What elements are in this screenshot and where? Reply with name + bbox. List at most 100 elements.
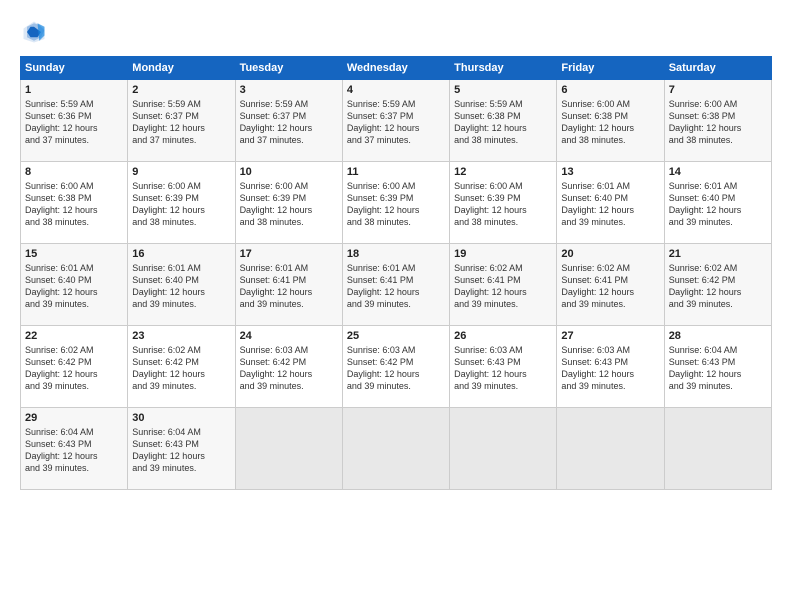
calendar-week-1: 1Sunrise: 5:59 AMSunset: 6:36 PMDaylight…: [21, 80, 772, 162]
day-number: 27: [561, 330, 659, 342]
calendar-cell: 8Sunrise: 6:00 AMSunset: 6:38 PMDaylight…: [21, 162, 128, 244]
calendar-header-saturday: Saturday: [664, 57, 771, 80]
calendar-cell: 17 Sunrise: 6:01 AMSunset: 6:41 PMDayligh…: [235, 244, 342, 326]
calendar-cell: 25 Sunrise: 6:03 AMSunset: 6:42 PMDayligh…: [342, 326, 449, 408]
calendar-cell: 3 Sunrise: 5:59 AMSunset: 6:37 PMDaylight…: [235, 80, 342, 162]
cell-info: Sunrise: 6:02 AMSunset: 6:42 PMDaylight:…: [25, 344, 123, 393]
cell-info: Sunrise: 5:59 AMSunset: 6:38 PMDaylight:…: [454, 98, 552, 147]
cell-info: Sunrise: 6:03 AMSunset: 6:42 PMDaylight:…: [240, 344, 338, 393]
calendar-cell: 27 Sunrise: 6:03 AMSunset: 6:43 PMDayligh…: [557, 326, 664, 408]
day-number: 21: [669, 248, 767, 260]
day-number: 4: [347, 84, 445, 96]
calendar-cell: 5 Sunrise: 5:59 AMSunset: 6:38 PMDaylight…: [450, 80, 557, 162]
calendar-week-2: 8Sunrise: 6:00 AMSunset: 6:38 PMDaylight…: [21, 162, 772, 244]
calendar-cell: 13 Sunrise: 6:01 AMSunset: 6:40 PMDayligh…: [557, 162, 664, 244]
calendar-header-row: SundayMondayTuesdayWednesdayThursdayFrid…: [21, 57, 772, 80]
cell-info: Sunrise: 6:01 AMSunset: 6:41 PMDaylight:…: [240, 262, 338, 311]
day-number: 13: [561, 166, 659, 178]
cell-info: Sunrise: 6:04 AMSunset: 6:43 PMDaylight:…: [669, 344, 767, 393]
day-number: 22: [25, 330, 123, 342]
cell-info: Sunrise: 6:00 AMSunset: 6:38 PMDaylight:…: [669, 98, 767, 147]
cell-info: Sunrise: 5:59 AMSunset: 6:37 PMDaylight:…: [347, 98, 445, 147]
logo-icon: [20, 18, 48, 46]
day-number: 28: [669, 330, 767, 342]
calendar-cell: 6 Sunrise: 6:00 AMSunset: 6:38 PMDaylight…: [557, 80, 664, 162]
calendar-header-wednesday: Wednesday: [342, 57, 449, 80]
calendar-header-tuesday: Tuesday: [235, 57, 342, 80]
calendar-cell: 24 Sunrise: 6:03 AMSunset: 6:42 PMDayligh…: [235, 326, 342, 408]
calendar-cell: 23Sunrise: 6:02 AMSunset: 6:42 PMDayligh…: [128, 326, 235, 408]
cell-info: Sunrise: 6:00 AMSunset: 6:39 PMDaylight:…: [132, 180, 230, 229]
day-number: 3: [240, 84, 338, 96]
cell-info: Sunrise: 6:01 AMSunset: 6:40 PMDaylight:…: [669, 180, 767, 229]
calendar-week-5: 29 Sunrise: 6:04 AMSunset: 6:43 PMDayligh…: [21, 408, 772, 490]
day-number: 12: [454, 166, 552, 178]
calendar-header-monday: Monday: [128, 57, 235, 80]
calendar-cell: 30Sunrise: 6:04 AMSunset: 6:43 PMDayligh…: [128, 408, 235, 490]
calendar-cell: 19 Sunrise: 6:02 AMSunset: 6:41 PMDayligh…: [450, 244, 557, 326]
calendar-cell: 4 Sunrise: 5:59 AMSunset: 6:37 PMDaylight…: [342, 80, 449, 162]
cell-info: Sunrise: 6:02 AMSunset: 6:41 PMDaylight:…: [454, 262, 552, 311]
day-number: 9: [132, 166, 230, 178]
header: [20, 18, 772, 46]
day-number: 26: [454, 330, 552, 342]
calendar-cell: 22 Sunrise: 6:02 AMSunset: 6:42 PMDayligh…: [21, 326, 128, 408]
day-number: 1: [25, 84, 123, 96]
calendar-cell: 28 Sunrise: 6:04 AMSunset: 6:43 PMDayligh…: [664, 326, 771, 408]
cell-info: Sunrise: 6:02 AMSunset: 6:42 PMDaylight:…: [669, 262, 767, 311]
day-number: 30: [132, 412, 230, 424]
calendar-cell: [450, 408, 557, 490]
calendar-header-friday: Friday: [557, 57, 664, 80]
cell-info: Sunrise: 6:01 AMSunset: 6:40 PMDaylight:…: [561, 180, 659, 229]
day-number: 6: [561, 84, 659, 96]
cell-info: Sunrise: 6:02 AMSunset: 6:42 PMDaylight:…: [132, 344, 230, 393]
calendar-cell: 12Sunrise: 6:00 AMSunset: 6:39 PMDayligh…: [450, 162, 557, 244]
day-number: 16: [132, 248, 230, 260]
calendar-cell: [557, 408, 664, 490]
calendar-header-thursday: Thursday: [450, 57, 557, 80]
cell-info: Sunrise: 5:59 AMSunset: 6:37 PMDaylight:…: [132, 98, 230, 147]
calendar: SundayMondayTuesdayWednesdayThursdayFrid…: [20, 56, 772, 490]
calendar-cell: 1Sunrise: 5:59 AMSunset: 6:36 PMDaylight…: [21, 80, 128, 162]
day-number: 14: [669, 166, 767, 178]
calendar-cell: 21 Sunrise: 6:02 AMSunset: 6:42 PMDayligh…: [664, 244, 771, 326]
logo: [20, 18, 52, 46]
day-number: 24: [240, 330, 338, 342]
day-number: 2: [132, 84, 230, 96]
cell-info: Sunrise: 6:03 AMSunset: 6:42 PMDaylight:…: [347, 344, 445, 393]
calendar-cell: 18Sunrise: 6:01 AMSunset: 6:41 PMDayligh…: [342, 244, 449, 326]
cell-info: Sunrise: 6:00 AMSunset: 6:39 PMDaylight:…: [240, 180, 338, 229]
cell-info: Sunrise: 6:00 AMSunset: 6:38 PMDaylight:…: [561, 98, 659, 147]
calendar-week-4: 22 Sunrise: 6:02 AMSunset: 6:42 PMDayligh…: [21, 326, 772, 408]
cell-info: Sunrise: 6:03 AMSunset: 6:43 PMDaylight:…: [454, 344, 552, 393]
calendar-cell: 15Sunrise: 6:01 AMSunset: 6:40 PMDayligh…: [21, 244, 128, 326]
calendar-week-3: 15 Sunrise: 6:01 AMSunset: 6:40 PMDayligh…: [21, 244, 772, 326]
day-number: 25: [347, 330, 445, 342]
cell-info: Sunrise: 6:03 AMSunset: 6:43 PMDaylight:…: [561, 344, 659, 393]
cell-info: Sunrise: 6:02 AMSunset: 6:41 PMDaylight:…: [561, 262, 659, 311]
calendar-cell: 20 Sunrise: 6:02 AMSunset: 6:41 PMDayligh…: [557, 244, 664, 326]
calendar-cell: 14 Sunrise: 6:01 AMSunset: 6:40 PMDayligh…: [664, 162, 771, 244]
day-number: 20: [561, 248, 659, 260]
calendar-header-sunday: Sunday: [21, 57, 128, 80]
cell-info: Sunrise: 6:04 AMSunset: 6:43 PMDaylight:…: [25, 426, 123, 475]
day-number: 5: [454, 84, 552, 96]
calendar-cell: 9 Sunrise: 6:00 AMSunset: 6:39 PMDaylight…: [128, 162, 235, 244]
day-number: 11: [347, 166, 445, 178]
calendar-cell: 10Sunrise: 6:00 AMSunset: 6:39 PMDayligh…: [235, 162, 342, 244]
calendar-cell: [235, 408, 342, 490]
cell-info: Sunrise: 6:01 AMSunset: 6:40 PMDaylight:…: [132, 262, 230, 311]
cell-info: Sunrise: 5:59 AMSunset: 6:37 PMDaylight:…: [240, 98, 338, 147]
day-number: 18: [347, 248, 445, 260]
calendar-cell: 29 Sunrise: 6:04 AMSunset: 6:43 PMDayligh…: [21, 408, 128, 490]
page: SundayMondayTuesdayWednesdayThursdayFrid…: [0, 0, 792, 612]
day-number: 29: [25, 412, 123, 424]
cell-info: Sunrise: 6:00 AMSunset: 6:39 PMDaylight:…: [347, 180, 445, 229]
calendar-cell: 7Sunrise: 6:00 AMSunset: 6:38 PMDaylight…: [664, 80, 771, 162]
day-number: 17: [240, 248, 338, 260]
day-number: 19: [454, 248, 552, 260]
calendar-cell: [664, 408, 771, 490]
calendar-cell: [342, 408, 449, 490]
calendar-cell: 11 Sunrise: 6:00 AMSunset: 6:39 PMDayligh…: [342, 162, 449, 244]
day-number: 15: [25, 248, 123, 260]
